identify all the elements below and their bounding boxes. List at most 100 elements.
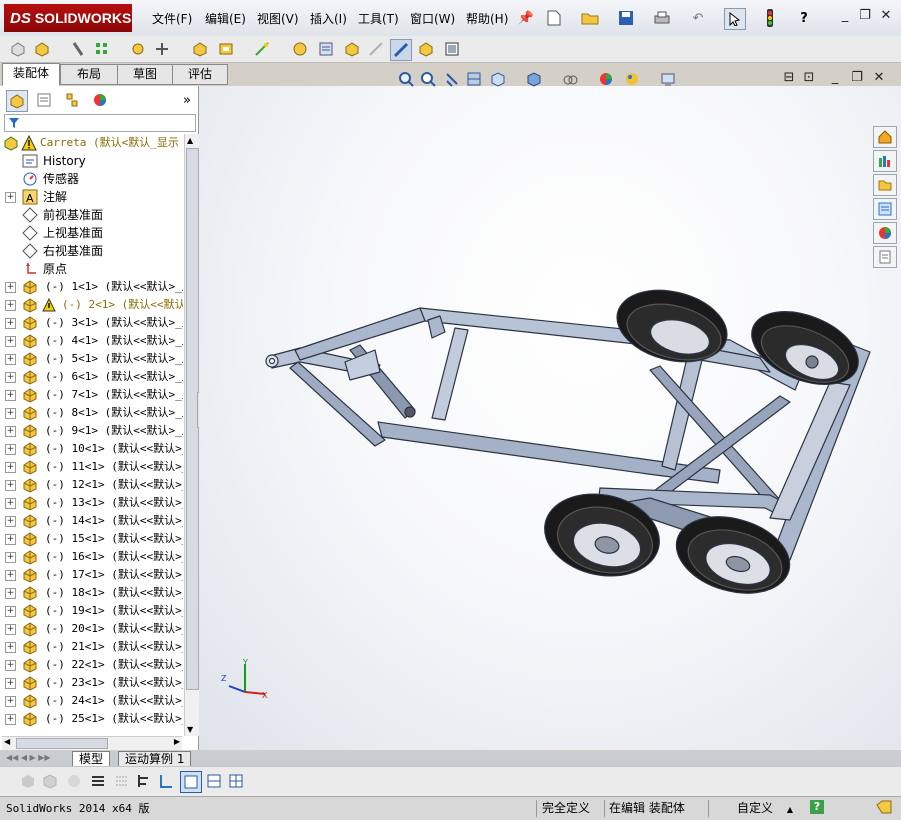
tree-component-row[interactable]: + (-) 17<1> (默认<<默认>_ [0, 566, 183, 584]
open-folder-icon[interactable] [580, 8, 600, 28]
tree-component-row[interactable]: + (-) 20<1> (默认<<默认>_ [0, 620, 183, 638]
tab-evaluate[interactable]: 评估 [172, 64, 228, 85]
minimize-icon[interactable]: _ [836, 8, 854, 24]
expand-toggle-icon[interactable]: + [5, 372, 16, 383]
expand-toggle-icon[interactable]: + [5, 354, 16, 365]
four-view-icon[interactable] [226, 771, 246, 791]
expand-toggle-icon[interactable]: + [5, 462, 16, 473]
tree-component-row[interactable]: + (-) 16<1> (默认<<默认>_ [0, 548, 183, 566]
tree-item-history[interactable]: History [0, 152, 183, 170]
expand-toggle-icon[interactable]: + [5, 480, 16, 491]
expand-panel-icon[interactable]: » [177, 90, 197, 110]
expand-toggle-icon[interactable]: + [5, 444, 16, 455]
doc-close-icon[interactable]: ✕ [870, 70, 888, 86]
tree-component-row[interactable]: + (-) 2<1> (默认<<默认 [0, 296, 183, 314]
shaded-edges-icon[interactable] [40, 771, 60, 791]
tree-component-row[interactable]: + (-) 18<1> (默认<<默认>_ [0, 584, 183, 602]
pin-icon[interactable]: 📌 [516, 8, 536, 28]
expand-toggle-icon[interactable]: + [5, 642, 16, 653]
edit-appearance-icon[interactable] [596, 69, 616, 89]
expand-toggle-icon[interactable]: + [5, 678, 16, 689]
section-view-icon[interactable] [464, 69, 484, 89]
menu-tools[interactable]: 工具(T) [358, 10, 399, 27]
feature-manager-icon[interactable] [6, 90, 28, 112]
file-explorer-icon[interactable] [873, 174, 897, 196]
solidworks-logo[interactable]: DS SOLIDWORKS [4, 4, 132, 32]
hide-show-items-icon[interactable] [560, 69, 580, 89]
tree-component-row[interactable]: + (-) 7<1> (默认<<默认>_显 [0, 386, 183, 404]
tree-component-row[interactable]: + (-) 12<1> (默认<<默认>_ [0, 476, 183, 494]
save-icon[interactable] [616, 8, 636, 28]
close-icon[interactable]: ✕ [877, 8, 895, 24]
view-palette-icon[interactable] [873, 198, 897, 220]
expand-toggle-icon[interactable]: + [5, 426, 16, 437]
insert-component-icon[interactable] [32, 39, 52, 59]
tree-item-origin[interactable]: 原点 [0, 260, 183, 278]
tree-component-row[interactable]: + (-) 5<1> (默认<<默认>_显 [0, 350, 183, 368]
split-horizontal-icon[interactable]: ⊟ [780, 70, 798, 86]
menu-insert[interactable]: 插入(I) [310, 10, 347, 27]
expand-toggle-icon[interactable]: + [5, 624, 16, 635]
tree-component-row[interactable]: + (-) 9<1> (默认<<默认>_显 [0, 422, 183, 440]
tree-item-plane[interactable]: 前视基准面 [0, 206, 183, 224]
two-view-icon[interactable] [204, 771, 224, 791]
menu-view[interactable]: 视图(V) [257, 10, 299, 27]
menu-edit[interactable]: 编辑(E) [205, 10, 246, 27]
tab-assembly[interactable]: 装配体 [2, 63, 60, 86]
tree-component-row[interactable]: + (-) 22<1> (默认<<默认>_ [0, 656, 183, 674]
apply-scene-icon[interactable] [622, 69, 642, 89]
hscroll-thumb[interactable] [16, 738, 108, 749]
tab-layout[interactable]: 布局 [60, 64, 118, 85]
mate-icon[interactable] [68, 39, 88, 59]
trailer-model[interactable] [199, 86, 901, 750]
tree-component-row[interactable]: + (-) 14<1> (默认<<默认>_ [0, 512, 183, 530]
tree-item-plane[interactable]: 上视基准面 [0, 224, 183, 242]
move-component-icon[interactable] [152, 39, 172, 59]
expand-toggle-icon[interactable]: + [5, 192, 16, 203]
linear-pattern-icon[interactable] [92, 39, 112, 59]
tab-model[interactable]: 模型 [72, 751, 111, 767]
menu-window[interactable]: 窗口(W) [410, 10, 455, 27]
doc-minimize-icon[interactable]: _ [826, 70, 844, 86]
tree-component-row[interactable]: + (-) 19<1> (默认<<默认>_ [0, 602, 183, 620]
tab-sketch[interactable]: 草图 [117, 64, 173, 85]
view-orientation-icon[interactable] [488, 69, 508, 89]
dimension-icon[interactable] [156, 771, 176, 791]
view-settings-icon[interactable] [658, 69, 678, 89]
menu-help[interactable]: 帮助(H) [466, 10, 508, 27]
tree-component-row[interactable]: + (-) 10<1> (默认<<默认>_ [0, 440, 183, 458]
tree-root[interactable]: Carreta (默认<默认_显示 [0, 134, 183, 152]
expand-toggle-icon[interactable]: + [5, 300, 16, 311]
tag-icon[interactable] [876, 800, 892, 817]
scroll-right-arrow-icon[interactable]: ▶ [174, 737, 180, 746]
single-view-icon[interactable] [180, 771, 202, 793]
tree-vertical-scrollbar[interactable]: ▲ ▼ [184, 134, 199, 736]
tree-component-row[interactable]: + (-) 13<1> (默认<<默认>_ [0, 494, 183, 512]
expand-toggle-icon[interactable]: + [5, 282, 16, 293]
explode-line-icon[interactable] [366, 39, 386, 59]
help-icon[interactable]: ? [794, 8, 814, 28]
tree-item-sensor[interactable]: 传感器 [0, 170, 183, 188]
shaded-icon[interactable] [18, 771, 38, 791]
list-icon[interactable] [88, 771, 108, 791]
expand-toggle-icon[interactable]: + [5, 408, 16, 419]
scroll-down-arrow-icon[interactable]: ▼ [187, 725, 193, 734]
undo-icon[interactable]: ↶ [688, 8, 708, 28]
rebuild-icon[interactable] [760, 8, 780, 28]
split-vertical-icon[interactable]: ⊡ [800, 70, 818, 86]
quick-tips-help-icon[interactable]: ? [810, 800, 824, 814]
expand-toggle-icon[interactable]: + [5, 714, 16, 725]
bill-of-materials-icon[interactable] [316, 39, 336, 59]
reference-geometry-icon[interactable] [252, 39, 272, 59]
expand-toggle-icon[interactable]: + [5, 696, 16, 707]
exploded-view-icon[interactable] [342, 39, 362, 59]
new-document-icon[interactable] [544, 8, 564, 28]
tree-component-row[interactable]: + (-) 11<1> (默认<<默认>_ [0, 458, 183, 476]
design-library-icon[interactable] [873, 150, 897, 172]
update-speedpak-icon[interactable] [416, 39, 436, 59]
property-manager-icon[interactable] [34, 90, 54, 110]
tree-item-annotation[interactable]: + A 注解 [0, 188, 183, 206]
tab-motion-study[interactable]: 运动算例 1 [118, 751, 192, 767]
tree-component-row[interactable]: + (-) 3<1> (默认<<默认>_显 [0, 314, 183, 332]
expand-toggle-icon[interactable]: + [5, 498, 16, 509]
